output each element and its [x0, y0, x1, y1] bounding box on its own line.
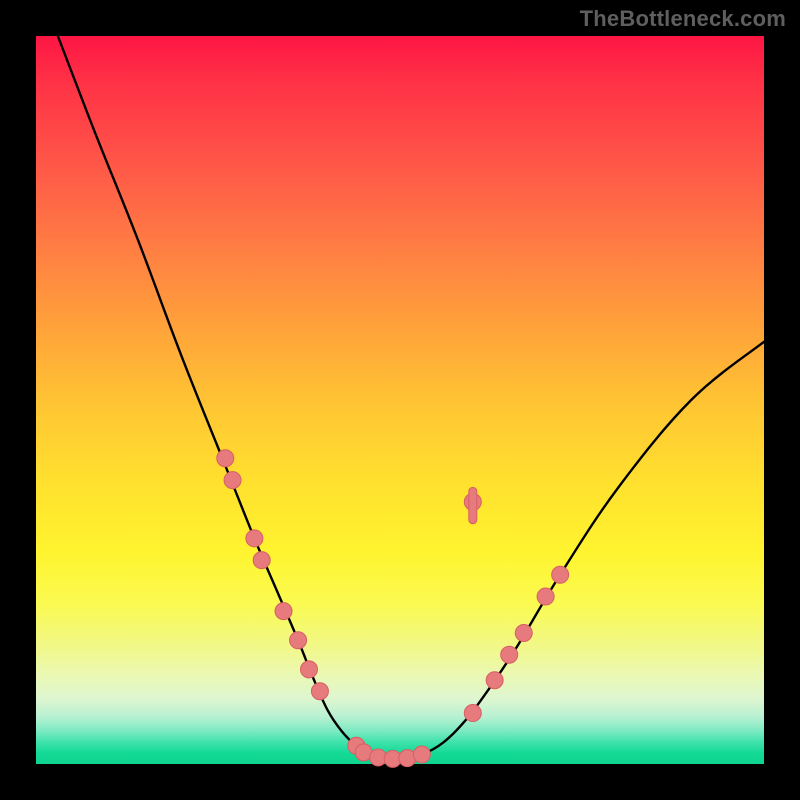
data-point — [253, 552, 270, 569]
data-point — [552, 566, 569, 583]
data-point — [290, 632, 307, 649]
chart-frame: TheBottleneck.com — [0, 0, 800, 800]
data-point — [413, 746, 430, 763]
chart-markers — [217, 450, 569, 768]
data-point — [311, 683, 328, 700]
data-point — [275, 603, 292, 620]
bottleneck-curve — [58, 36, 764, 759]
data-point — [501, 646, 518, 663]
data-point — [486, 672, 503, 689]
chart-plot-area — [36, 36, 764, 764]
data-point — [537, 588, 554, 605]
data-point — [464, 705, 481, 722]
data-point — [224, 472, 241, 489]
data-point — [515, 624, 532, 641]
data-point — [217, 450, 234, 467]
data-point — [301, 661, 318, 678]
vertical-bar-marker — [469, 487, 477, 523]
chart-svg — [36, 36, 764, 764]
highlight-bar — [469, 487, 477, 523]
data-point — [246, 530, 263, 547]
watermark-text: TheBottleneck.com — [580, 6, 786, 32]
